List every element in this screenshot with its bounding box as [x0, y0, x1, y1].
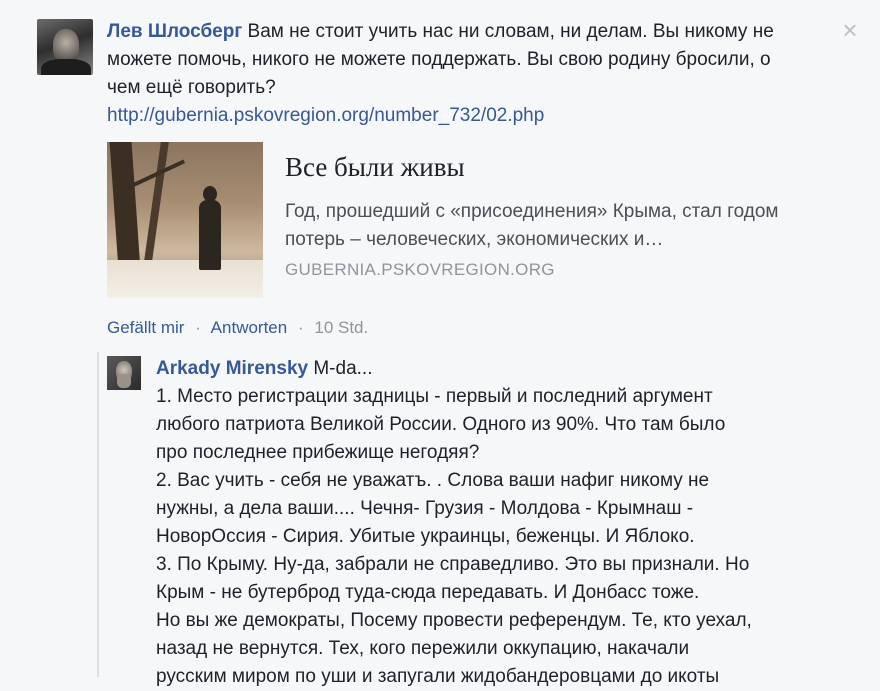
reply-thread-line	[97, 352, 99, 677]
image-soldier	[199, 200, 221, 270]
link-preview-card[interactable]: Все были живы Год, прошедший с «присоеди…	[107, 142, 807, 298]
reply-body: Arkady Mirensky M-da... 1. Место регистр…	[156, 355, 856, 691]
reply-author-avatar[interactable]	[107, 356, 141, 390]
avatar-beard	[117, 374, 131, 388]
comment-url-link[interactable]: http://gubernia.pskovregion.org/number_7…	[107, 102, 807, 130]
like-button[interactable]: Gefällt mir	[107, 318, 184, 337]
image-snow	[107, 260, 263, 298]
reply-line: назад не вернутся. Тех, кого пережили ок…	[156, 638, 690, 659]
preview-title[interactable]: Все были живы	[285, 152, 465, 183]
separator-dot: ·	[297, 318, 304, 337]
reply-line: про последнее прибежище негодяя?	[156, 442, 480, 463]
preview-image[interactable]	[107, 142, 263, 298]
reply-button[interactable]: Antworten	[211, 318, 288, 337]
reply-intro: M-da...	[313, 358, 373, 379]
reply-line: любого патриота Великой России. Одного и…	[156, 414, 726, 435]
comment-body: Лев Шлосберг Вам не стоит учить нас ни с…	[107, 18, 807, 130]
reply-line: 1. Место регистрации задницы - первый и …	[156, 386, 713, 407]
author-avatar[interactable]	[37, 19, 93, 75]
preview-description: Год, прошедший с «присоединения» Крыма, …	[285, 201, 779, 250]
reply-author-link[interactable]: Arkady Mirensky	[156, 358, 308, 379]
reply-line: русским миром по уши и запугали жидобанд…	[156, 666, 720, 687]
reply-line: 2. Вас учить - себя не уважатъ. . Слова …	[156, 470, 710, 491]
reply-line: Но вы же демократы, Посему провести рефе…	[156, 610, 752, 631]
timestamp[interactable]: 10 Std.	[314, 318, 368, 337]
preview-domain: GUBERNIA.PSKOVREGION.ORG	[285, 260, 555, 279]
reply-line: 3. По Крыму. Ну-да, забрали не справедли…	[156, 554, 750, 575]
reply-line: нужны, а дела ваши.... Чечня- Грузия - М…	[156, 498, 694, 519]
reply-line: Крым - не бутерброд туда-сюда передавать…	[156, 582, 700, 603]
avatar-face	[53, 29, 79, 63]
comment-actions: Gefällt mir · Antworten · 10 Std.	[107, 318, 368, 338]
close-icon[interactable]: ×	[838, 17, 862, 43]
reply-line: НоворОссия - Сирия. Убитые украинцы, беж…	[156, 526, 695, 547]
reply-first-line: Arkady Mirensky M-da...	[156, 355, 856, 383]
comment-author-link[interactable]: Лев Шлосберг	[107, 21, 242, 42]
separator-dot: ·	[195, 318, 201, 337]
avatar-shoulders	[41, 59, 91, 75]
